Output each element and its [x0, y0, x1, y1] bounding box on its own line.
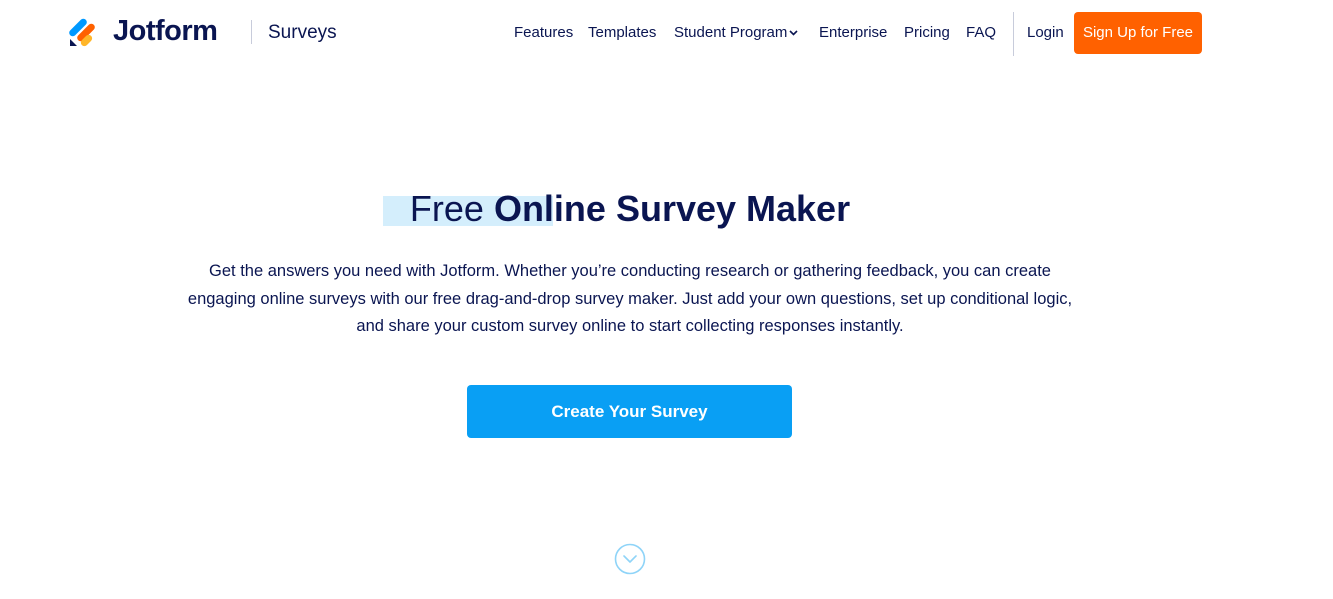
- title-light: Free: [409, 188, 494, 229]
- nav-templates[interactable]: Templates: [588, 21, 656, 45]
- nav-pricing[interactable]: Pricing: [904, 21, 950, 45]
- brand-name: Jotform: [113, 15, 218, 47]
- create-survey-button[interactable]: Create Your Survey: [467, 385, 792, 438]
- nav-student-program-label: Student Program: [674, 24, 788, 41]
- site-header: Jotform Surveys Features Templates Stude…: [0, 0, 1333, 68]
- product-name[interactable]: Surveys: [268, 21, 337, 45]
- chevron-down-icon: [789, 30, 798, 36]
- circle-chevron-down-icon[interactable]: [614, 543, 646, 575]
- logo-divider: [251, 20, 252, 44]
- nav-enterprise[interactable]: Enterprise: [819, 21, 887, 45]
- nav-faq[interactable]: FAQ: [966, 21, 996, 45]
- nav-features[interactable]: Features: [514, 21, 573, 45]
- jotform-logo-icon: [69, 18, 95, 47]
- nav-login[interactable]: Login: [1027, 21, 1064, 45]
- hero-description: Get the answers you need with Jotform. W…: [187, 262, 1073, 335]
- page-title: Free Online Survey Maker: [0, 186, 1260, 232]
- nav-divider: [1013, 12, 1014, 56]
- nav-student-program[interactable]: Student Program: [674, 21, 798, 45]
- signup-button[interactable]: Sign Up for Free: [1074, 12, 1202, 54]
- title-bold: Online Survey Maker: [493, 188, 851, 229]
- jotform-logo[interactable]: Jotform: [69, 15, 218, 47]
